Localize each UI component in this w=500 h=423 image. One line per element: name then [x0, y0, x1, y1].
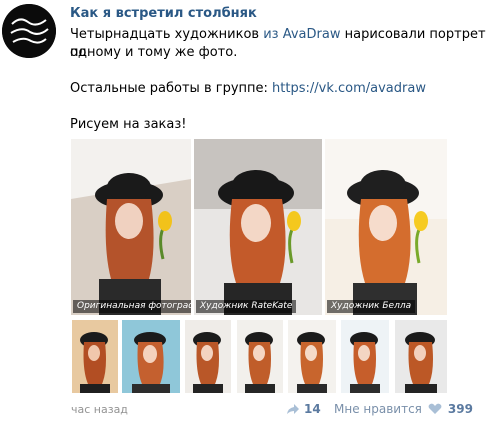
- like-button[interactable]: Мне нравится 399: [334, 402, 473, 416]
- avadraw-link[interactable]: из AvaDraw: [263, 27, 340, 42]
- caption-ratekate: Художник RateKate: [196, 300, 297, 313]
- thumb-6[interactable]: [341, 320, 389, 393]
- thumb-1[interactable]: [72, 320, 118, 393]
- share-button[interactable]: 14: [286, 402, 321, 416]
- group-url-link[interactable]: https://vk.com/avadraw: [272, 81, 426, 96]
- photo-original[interactable]: Оригинальная фотография: [71, 139, 191, 315]
- group-title[interactable]: Как я встретил столбняк: [70, 6, 257, 21]
- share-count: 14: [304, 402, 321, 416]
- group-avatar[interactable]: [2, 4, 56, 58]
- post-time[interactable]: час назад: [71, 403, 128, 416]
- thumb-5[interactable]: [288, 320, 336, 393]
- caption-original: Оригинальная фотография: [73, 300, 191, 313]
- thumb-3[interactable]: [185, 320, 231, 393]
- post-text-line2: одному и тому же фото.: [70, 45, 238, 60]
- avatar-logo-icon: [2, 4, 56, 58]
- like-count: 399: [447, 402, 473, 416]
- photo-bella[interactable]: Художник Белла: [325, 139, 447, 315]
- photo-ratekate[interactable]: Художник RateKate: [194, 139, 322, 315]
- share-icon: [287, 404, 299, 414]
- post-text-line4: Рисуем на заказ!: [70, 117, 187, 132]
- like-label: Мне нравится: [334, 402, 422, 416]
- caption-bella: Художник Белла: [327, 300, 416, 313]
- heart-icon: [428, 403, 442, 414]
- thumb-7[interactable]: [395, 320, 447, 393]
- thumb-4[interactable]: [237, 320, 283, 393]
- thumb-2[interactable]: [122, 320, 180, 393]
- post-text-line3: Остальные работы в группе: https://vk.co…: [70, 81, 426, 96]
